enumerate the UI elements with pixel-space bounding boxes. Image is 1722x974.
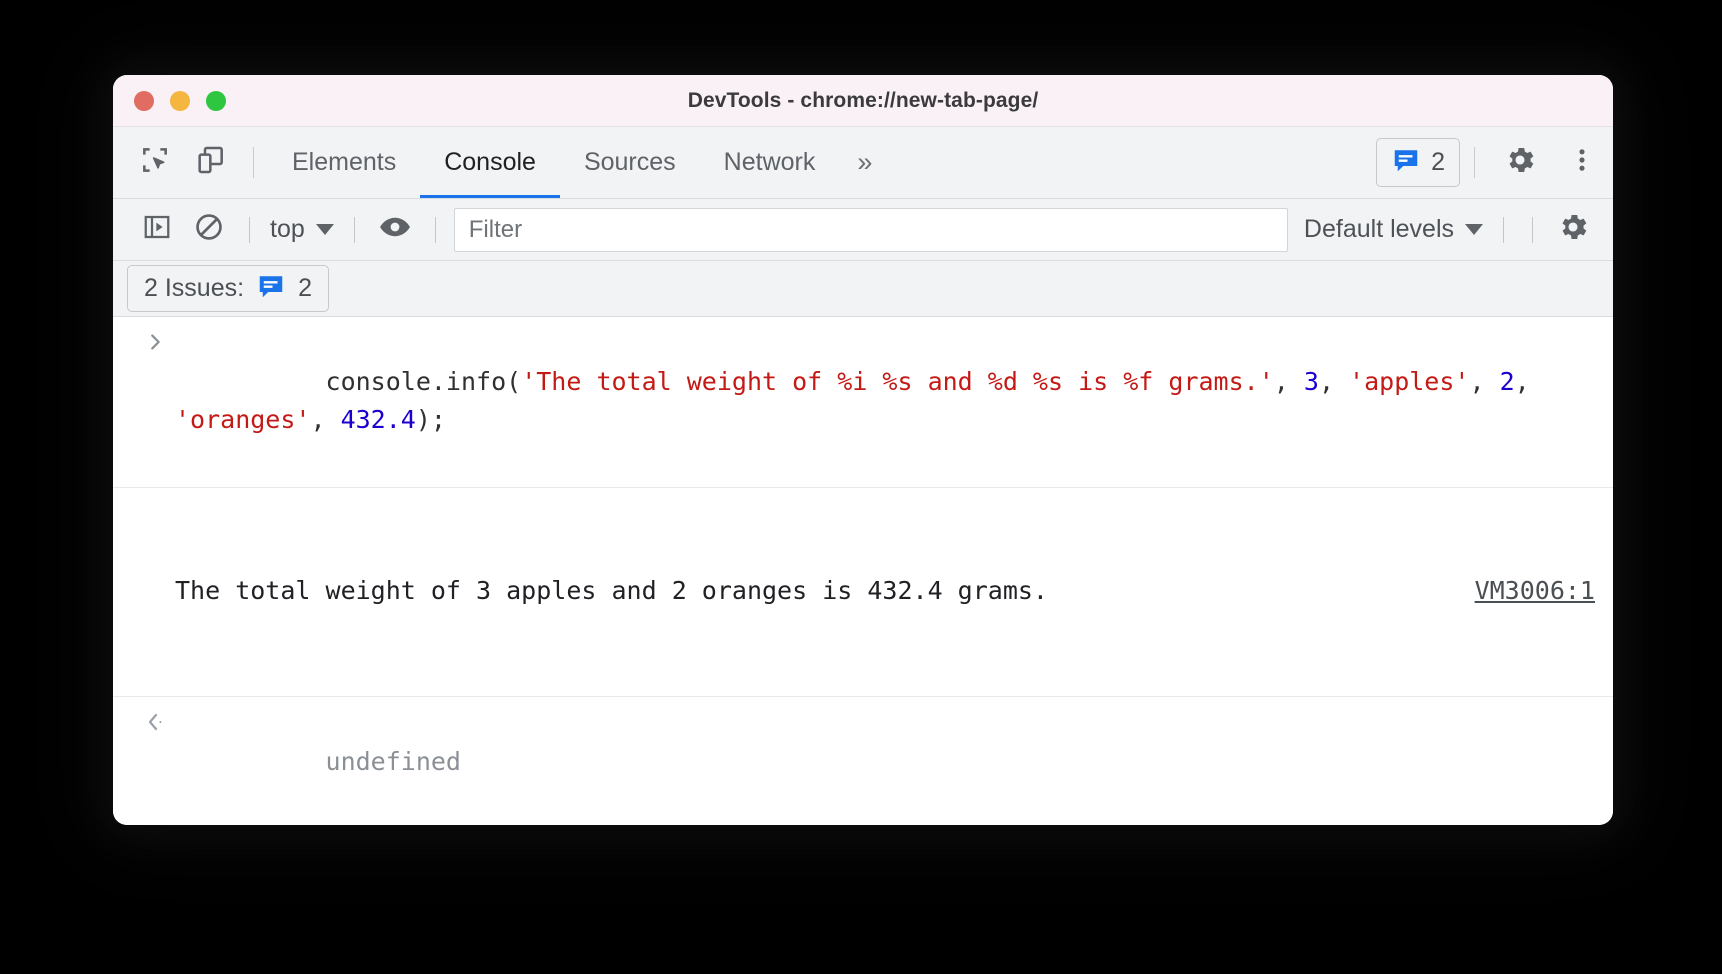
console-output-content: The total weight of 3 apples and 2 orang… <box>175 496 1595 686</box>
window-title: DevTools - chrome://new-tab-page/ <box>687 88 1039 112</box>
chevron-right-icon <box>151 334 160 350</box>
tab-console-label: Console <box>444 148 536 176</box>
console-result-value: undefined <box>325 747 461 776</box>
sidebar-toggle-icon <box>142 212 172 247</box>
devtools-main-menu-button[interactable] <box>1551 127 1613 198</box>
live-expression-button[interactable] <box>369 209 421 251</box>
toolbar-separator-1 <box>249 216 250 243</box>
toolbar-separator-5 <box>1532 216 1533 243</box>
console-input-row[interactable]: console.info('The total weight of %i %s … <box>113 317 1613 488</box>
tab-console[interactable]: Console <box>420 127 560 198</box>
console-output-row: The total weight of 3 apples and 2 orang… <box>113 488 1613 697</box>
tab-network-label: Network <box>723 148 816 176</box>
devtools-window: DevTools - chrome://new-tab-page/ Elemen… <box>113 75 1613 825</box>
code-token: 3 <box>1303 367 1319 396</box>
window-titlebar: DevTools - chrome://new-tab-page/ <box>113 75 1613 127</box>
execution-context-selector[interactable]: top <box>264 215 340 244</box>
console-source-link[interactable]: VM3006:1 <box>1459 572 1595 610</box>
issues-bar-button[interactable]: 2 Issues: 2 <box>127 265 329 312</box>
inspect-element-button[interactable] <box>127 127 183 198</box>
log-level-label: Default levels <box>1303 215 1454 243</box>
tab-elements-label: Elements <box>292 148 397 176</box>
code-token: 'apples' <box>1349 367 1470 396</box>
code-token: , <box>1273 367 1304 396</box>
code-token: , <box>1514 367 1545 396</box>
device-toolbar-icon <box>195 144 227 181</box>
issues-bar-label: 2 Issues: <box>144 274 245 302</box>
chevron-down-icon <box>315 224 334 235</box>
console-settings-button[interactable] <box>1547 209 1599 251</box>
result-prompt-gutter <box>135 705 175 735</box>
inspect-element-icon <box>139 144 171 181</box>
code-token: , <box>1469 367 1500 396</box>
console-result-row: undefined <box>113 697 1613 825</box>
code-token: 432.4 <box>340 405 416 434</box>
more-tabs-button[interactable]: » <box>839 127 890 198</box>
maximize-button[interactable] <box>206 90 226 111</box>
screen-background: DevTools - chrome://new-tab-page/ Elemen… <box>0 0 1722 974</box>
issues-count: 2 <box>1431 148 1445 176</box>
log-level-selector[interactable]: Default levels <box>1298 215 1489 244</box>
issues-counter-button[interactable]: 2 <box>1376 138 1460 187</box>
close-button[interactable] <box>134 90 154 111</box>
tabbar-separator-2 <box>1474 147 1475 178</box>
tab-network[interactable]: Network <box>700 127 840 198</box>
code-token: 'oranges' <box>175 405 311 434</box>
toolbar-separator-4 <box>1503 216 1504 243</box>
code-token: console.info( <box>325 367 522 396</box>
chevron-down-icon <box>1465 224 1483 235</box>
clear-console-icon <box>193 211 225 248</box>
message-icon <box>256 271 286 306</box>
live-expression-eye-icon <box>378 210 412 249</box>
code-token: 'The total weight of %i %s and %d %s is … <box>521 367 1274 396</box>
gear-icon <box>1556 210 1590 249</box>
toolbar-separator-3 <box>434 216 436 243</box>
chevron-double-right-icon: » <box>857 147 873 177</box>
device-toolbar-button[interactable] <box>183 127 239 198</box>
tab-sources-label: Sources <box>583 148 676 176</box>
console-message-list[interactable]: console.info('The total weight of %i %s … <box>113 317 1613 825</box>
gear-icon <box>1503 143 1537 182</box>
execution-context-label: top <box>270 215 305 243</box>
code-token: ); <box>415 405 446 434</box>
input-prompt-gutter <box>135 325 175 355</box>
code-token: , <box>310 405 341 434</box>
traffic-lights <box>113 90 226 111</box>
console-toolbar: top Default levels <box>113 199 1613 261</box>
issues-bar-count: 2 <box>298 274 312 302</box>
tab-sources[interactable]: Sources <box>560 127 700 198</box>
chevron-left-icon <box>148 713 162 731</box>
more-vertical-icon <box>1568 144 1596 181</box>
console-input-code: console.info('The total weight of %i %s … <box>175 325 1595 477</box>
code-token: 2 <box>1499 367 1515 396</box>
tabbar-spacer <box>890 127 1376 198</box>
console-result-content: undefined <box>175 705 1595 819</box>
tabbar-separator <box>253 147 254 178</box>
clear-console-button[interactable] <box>183 209 235 251</box>
tab-elements[interactable]: Elements <box>268 127 420 198</box>
output-gutter <box>135 496 175 500</box>
code-token: , <box>1318 367 1350 396</box>
console-output-text: The total weight of 3 apples and 2 orang… <box>175 576 1048 605</box>
devtools-tabbar: Elements Console Sources Network » 2 <box>113 127 1613 199</box>
devtools-settings-button[interactable] <box>1489 127 1551 198</box>
issues-bar: 2 Issues: 2 <box>113 261 1613 317</box>
minimize-button[interactable] <box>170 90 190 111</box>
console-sidebar-toggle-button[interactable] <box>131 209 183 251</box>
console-filter-input[interactable] <box>453 207 1288 252</box>
toolbar-separator-2 <box>353 216 355 243</box>
message-icon <box>1391 145 1421 180</box>
